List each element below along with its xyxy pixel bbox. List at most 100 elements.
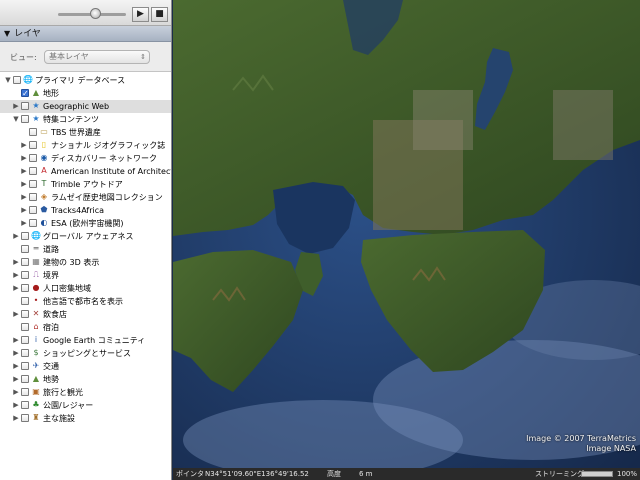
layer-checkbox[interactable]	[29, 180, 37, 188]
layer-checkbox[interactable]	[21, 349, 29, 357]
layer-row[interactable]: ▶ ⎍ 境界	[0, 269, 171, 282]
transport-icon: ✈	[32, 361, 40, 370]
view-dropdown[interactable]: 基本レイヤ ⇕	[44, 50, 150, 64]
disclosure-closed-icon[interactable]: ▶	[12, 360, 20, 373]
layer-row[interactable]: ▶ i Google Earth コミュニティ	[0, 334, 171, 347]
disclosure-closed-icon[interactable]: ▶	[20, 139, 28, 152]
layers-panel-header[interactable]: ▼ レイヤ	[0, 26, 171, 42]
layer-row[interactable]: ▶ ▲ 地勢	[0, 373, 171, 386]
layer-checkbox[interactable]	[21, 245, 29, 253]
disclosure-closed-icon[interactable]: ▶	[20, 152, 28, 165]
layer-row[interactable]: ▶ ● 人口密集地域	[0, 282, 171, 295]
layer-checkbox[interactable]	[21, 232, 29, 240]
layer-row[interactable]: ▶ ◐ ESA (欧州宇宙機関)	[0, 217, 171, 230]
disclosure-closed-icon[interactable]: ▶	[12, 399, 20, 412]
streaming-progress-fill	[582, 472, 612, 476]
layers-sidebar: ▶ ■ ▼レイヤ ビュー: 基本レイヤ ⇕ ▼🌐プライマリ データベース▲地形▶…	[0, 0, 172, 480]
layer-checkbox[interactable]	[21, 102, 29, 110]
disclosure-closed-icon[interactable]: ▶	[20, 165, 28, 178]
layer-checkbox[interactable]	[21, 336, 29, 344]
layer-label: 道路	[43, 245, 59, 254]
tour-controls-bar: ▶ ■	[0, 0, 171, 26]
disclosure-closed-icon[interactable]: ▶	[12, 412, 20, 425]
streaming-progress-bar	[581, 471, 613, 477]
satellite-imagery[interactable]	[173, 0, 640, 468]
layer-row[interactable]: ▶ ♜ 主な施設	[0, 412, 171, 425]
road-icon: ═	[33, 244, 39, 253]
layer-row[interactable]: • 他言語で都市名を表示	[0, 295, 171, 308]
disclosure-closed-icon[interactable]: ▶	[20, 191, 28, 204]
layer-checkbox[interactable]	[21, 87, 29, 100]
layer-checkbox[interactable]	[21, 362, 29, 370]
disclosure-closed-icon[interactable]: ▶	[20, 204, 28, 217]
layer-label: 建物の 3D 表示	[43, 258, 100, 267]
layer-row[interactable]: ▲地形	[0, 87, 171, 100]
layer-label: ラムゼイ歴史地図コレクション	[51, 193, 163, 202]
layer-row[interactable]: ▶ ◉ ディスカバリー ネットワーク	[0, 152, 171, 165]
layer-checkbox[interactable]	[21, 310, 29, 318]
layer-row[interactable]: ▼ ★ 特集コンテンツ	[0, 113, 171, 126]
disclosure-closed-icon[interactable]: ▶	[12, 100, 20, 113]
layer-row[interactable]: ▶ ▦ 建物の 3D 表示	[0, 256, 171, 269]
layer-row[interactable]: ▭ TBS 世界遺産	[0, 126, 171, 139]
disclosure-closed-icon[interactable]: ▶	[12, 334, 20, 347]
view-selector-row: ビュー: 基本レイヤ ⇕	[0, 42, 171, 72]
layer-row[interactable]: ▶ ⬟ Tracks4Africa	[0, 204, 171, 217]
stop-button[interactable]: ■	[151, 7, 168, 22]
layer-row[interactable]: ▶ ✕ 飲食店	[0, 308, 171, 321]
layer-checkbox[interactable]	[21, 388, 29, 396]
terrain-icon: ▲	[32, 374, 40, 383]
layer-row[interactable]: ▼ 🌐 プライマリ データベース	[0, 74, 171, 87]
disclosure-closed-icon[interactable]: ▶	[12, 373, 20, 386]
layer-row[interactable]: ▶ ✈ 交通	[0, 360, 171, 373]
layer-checkbox[interactable]	[29, 154, 37, 162]
layer-label: American Institute of Architects	[51, 167, 172, 176]
layer-row[interactable]: ▶ $ ショッピングとサービス	[0, 347, 171, 360]
play-button[interactable]: ▶	[132, 7, 149, 22]
layer-checkbox[interactable]	[21, 323, 29, 331]
collapse-triangle-icon[interactable]: ▼	[4, 26, 10, 41]
layer-checkbox[interactable]	[21, 297, 29, 305]
earth-map-view[interactable]: Image © 2007 TerraMetrics Image NASA	[173, 0, 640, 468]
lodging-icon: ⌂	[33, 322, 39, 331]
layer-row[interactable]: ▶ ★ Geographic Web	[0, 100, 171, 113]
disclosure-closed-icon[interactable]: ▶	[12, 269, 20, 282]
building-icon: ▦	[32, 257, 40, 266]
disclosure-closed-icon[interactable]: ▶	[12, 386, 20, 399]
layer-row[interactable]: ▶ ◈ ラムゼイ歴史地図コレクション	[0, 191, 171, 204]
layer-row[interactable]: ▶ A American Institute of Architects	[0, 165, 172, 178]
disclosure-open-icon[interactable]: ▼	[4, 74, 12, 87]
layer-checkbox[interactable]	[21, 271, 29, 279]
disclosure-closed-icon[interactable]: ▶	[20, 217, 28, 230]
layer-checkbox[interactable]	[21, 258, 29, 266]
layer-row[interactable]: ▶ ▯ ナショナル ジオグラフィック誌	[0, 139, 171, 152]
slider-knob[interactable]	[90, 8, 101, 19]
layer-checkbox[interactable]	[21, 414, 29, 422]
layer-row[interactable]: ▶ ▣ 旅行と観光	[0, 386, 171, 399]
disclosure-closed-icon[interactable]: ▶	[20, 178, 28, 191]
pointer-label: ポインタ	[176, 470, 204, 478]
disclosure-closed-icon[interactable]: ▶	[12, 256, 20, 269]
layer-checkbox[interactable]	[21, 401, 29, 409]
layer-row[interactable]: ⌂ 宿泊	[0, 321, 171, 334]
disclosure-closed-icon[interactable]: ▶	[12, 347, 20, 360]
layer-checkbox[interactable]	[29, 206, 37, 214]
disclosure-closed-icon[interactable]: ▶	[12, 230, 20, 243]
layer-checkbox[interactable]	[21, 375, 29, 383]
layer-row[interactable]: ▶ 🌐 グローバル アウェアネス	[0, 230, 171, 243]
disclosure-closed-icon[interactable]: ▶	[12, 282, 20, 295]
disclosure-open-icon[interactable]: ▼	[12, 113, 20, 126]
aia-icon: A	[41, 166, 47, 175]
disclosure-closed-icon[interactable]: ▶	[12, 308, 20, 321]
layer-row[interactable]: ▶ T Trimble アウトドア	[0, 178, 171, 191]
layer-checkbox[interactable]	[29, 193, 37, 201]
layer-row[interactable]: ▶ ♣ 公園/レジャー	[0, 399, 171, 412]
layer-checkbox[interactable]	[29, 219, 37, 227]
layer-checkbox[interactable]	[29, 167, 37, 175]
layer-checkbox[interactable]	[21, 115, 29, 123]
layer-checkbox[interactable]	[13, 76, 21, 84]
layer-checkbox[interactable]	[21, 284, 29, 292]
layer-checkbox[interactable]	[29, 141, 37, 149]
layer-row[interactable]: ═ 道路	[0, 243, 171, 256]
layer-checkbox[interactable]	[29, 128, 37, 136]
